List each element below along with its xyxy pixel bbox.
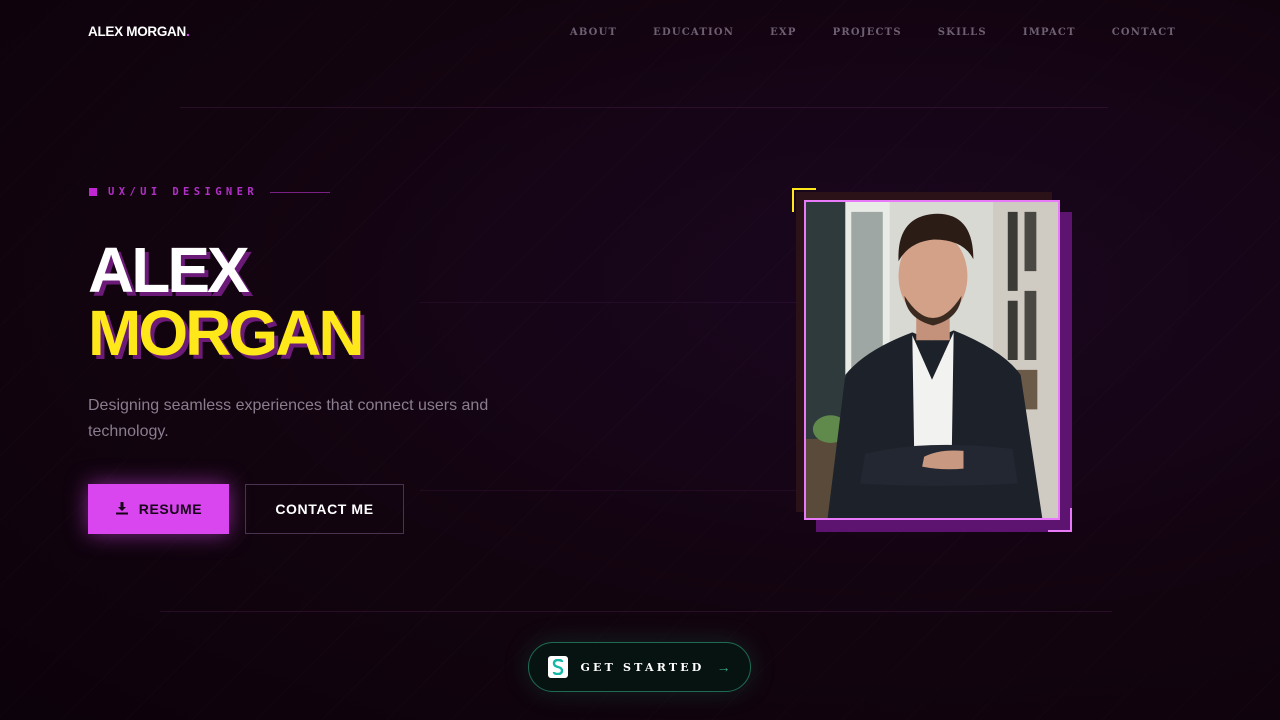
hero-tagline: Designing seamless experiences that conn… <box>88 397 489 440</box>
brand-logo[interactable]: ALEX MORGAN. <box>88 24 190 39</box>
hero-last-name: MORGAN <box>88 297 365 369</box>
nav-item-about[interactable]: ABOUT <box>570 27 617 38</box>
nav-item-exp[interactable]: EXP <box>770 27 797 38</box>
resume-button[interactable]: RESUME <box>88 484 229 534</box>
main-nav: ABOUT EDUCATION EXP PROJECTS SKILLS IMPA… <box>534 27 1176 38</box>
brand-name: ALEX MORGAN <box>88 24 186 39</box>
divider-bottom <box>160 611 1112 612</box>
get-started-label: GET STARTED <box>580 660 705 674</box>
divider-top <box>180 107 1108 108</box>
nav-item-education[interactable]: EDUCATION <box>653 27 734 38</box>
nav-item-skills[interactable]: SKILLS <box>938 27 987 38</box>
contact-me-button[interactable]: CONTACT ME <box>245 484 404 534</box>
nav-item-projects[interactable]: PROJECTS <box>833 27 902 38</box>
hero-first-name: ALEX <box>88 234 250 306</box>
portrait-photo <box>804 200 1060 520</box>
role-eyebrow: UX/UI DESIGNER <box>89 186 331 198</box>
brand-dot: . <box>185 24 190 39</box>
download-icon <box>115 501 129 518</box>
nav-item-impact[interactable]: IMPACT <box>1023 27 1076 38</box>
resume-button-label: RESUME <box>138 501 203 517</box>
arrow-right-icon: → <box>716 659 731 675</box>
s-logo-icon <box>548 656 569 678</box>
portfolio-page: ALEX MORGAN. ABOUT EDUCATION EXP PROJECT… <box>0 0 1280 720</box>
corner-accent-bottom-right <box>1048 508 1072 532</box>
contact-me-button-label: CONTACT ME <box>275 501 374 517</box>
eyebrow-square-icon <box>89 188 97 196</box>
eyebrow-line <box>270 191 331 193</box>
nav-item-contact[interactable]: CONTACT <box>1112 27 1176 38</box>
divider-decor <box>420 490 800 491</box>
get-started-button[interactable]: GET STARTED → <box>528 642 751 692</box>
role-label: UX/UI DESIGNER <box>108 186 259 198</box>
divider-decor <box>420 302 800 303</box>
